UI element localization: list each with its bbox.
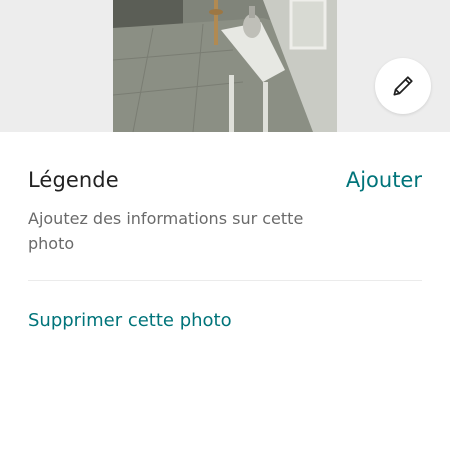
delete-photo-button[interactable]: Supprimer cette photo bbox=[28, 310, 232, 331]
caption-title: Légende bbox=[28, 168, 119, 192]
caption-description: Ajoutez des informations sur cette photo bbox=[28, 209, 304, 253]
edit-photo-button[interactable] bbox=[375, 58, 431, 114]
listing-photo[interactable] bbox=[113, 0, 337, 132]
photo-header bbox=[0, 0, 450, 132]
photo-details-screen: Légende Ajouter Ajoutez des informations… bbox=[0, 0, 450, 450]
section-divider bbox=[28, 280, 422, 281]
photo-illustration bbox=[113, 0, 337, 132]
pencil-icon bbox=[393, 76, 413, 96]
add-caption-button[interactable]: Ajouter bbox=[346, 168, 422, 192]
caption-row: Légende Ajouter bbox=[28, 168, 422, 200]
